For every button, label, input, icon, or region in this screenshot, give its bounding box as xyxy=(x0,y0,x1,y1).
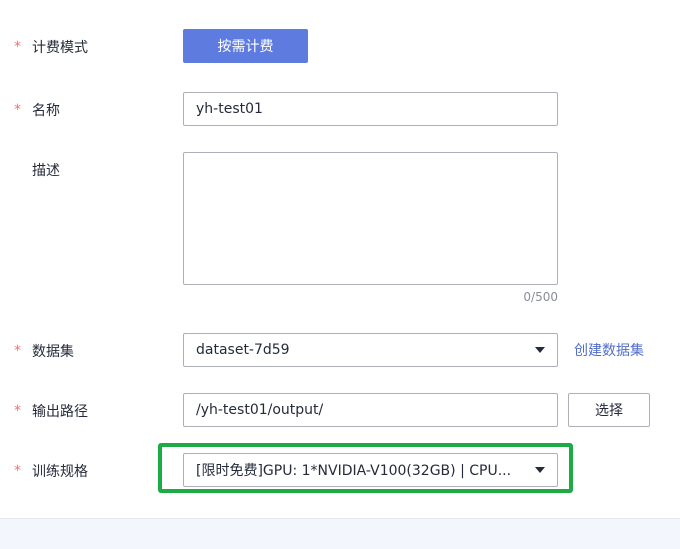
output-path-input[interactable]: /yh-test01/output/ xyxy=(183,393,558,427)
dataset-select[interactable]: dataset-7d59 xyxy=(183,333,558,367)
required-mark: * xyxy=(14,102,21,118)
chevron-down-icon xyxy=(535,467,545,473)
billing-label: 计费模式 xyxy=(32,40,88,56)
training-spec-label: 训练规格 xyxy=(32,464,88,480)
required-mark: * xyxy=(14,403,21,419)
pay-per-use-button[interactable]: 按需计费 xyxy=(183,29,308,63)
spec-label-row: * 训练规格 xyxy=(14,461,88,481)
name-label: 名称 xyxy=(32,103,60,119)
output-label-row: * 输出路径 xyxy=(14,401,88,421)
required-mark: * xyxy=(14,343,21,359)
training-spec-select[interactable]: [限时免费]GPU: 1*NVIDIA-V100(32GB) | CPU... xyxy=(183,453,558,487)
name-label-row: * 名称 xyxy=(14,100,60,120)
dataset-select-value: dataset-7d59 xyxy=(196,342,290,358)
description-char-counter: 0/500 xyxy=(523,290,558,304)
create-dataset-link[interactable]: 创建数据集 xyxy=(574,340,644,360)
name-input[interactable]: yh-test01 xyxy=(183,92,558,126)
dataset-label: 数据集 xyxy=(32,344,74,360)
training-spec-value: [限时免费]GPU: 1*NVIDIA-V100(32GB) | CPU... xyxy=(196,463,512,479)
billing-label-row: * 计费模式 xyxy=(14,37,88,57)
choose-path-button[interactable]: 选择 xyxy=(568,393,650,427)
required-mark: * xyxy=(14,39,21,55)
output-path-label: 输出路径 xyxy=(32,404,88,420)
description-textarea[interactable] xyxy=(183,152,558,285)
footer-band xyxy=(0,518,680,549)
chevron-down-icon xyxy=(535,347,545,353)
required-mark: * xyxy=(14,463,21,479)
description-label-row: 描述 xyxy=(14,160,60,180)
description-label: 描述 xyxy=(32,163,60,179)
dataset-label-row: * 数据集 xyxy=(14,341,74,361)
